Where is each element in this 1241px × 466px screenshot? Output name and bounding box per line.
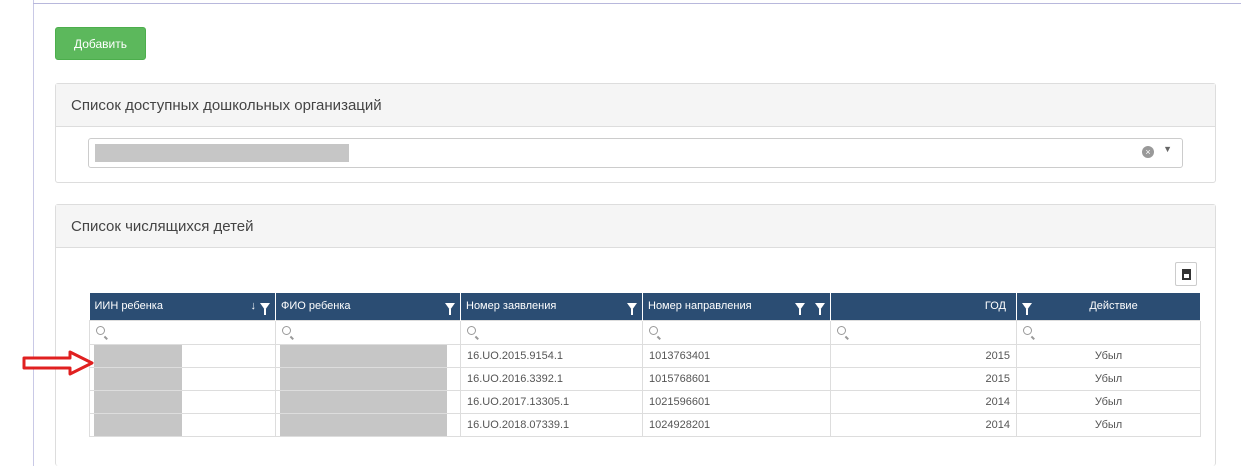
iin-cell <box>89 366 276 391</box>
col-label: Действие <box>1089 300 1138 313</box>
clear-icon[interactable]: × <box>1142 146 1154 158</box>
filter-cell-iin[interactable] <box>89 319 276 345</box>
search-icon <box>96 326 105 335</box>
application-number-cell: 16.UO.2016.3392.1 <box>460 366 643 391</box>
redacted-block <box>94 413 182 436</box>
children-grid: ИИН ребенка ↓ ФИО ребенка Номер заявлени… <box>89 293 1202 437</box>
filter-cell-fio[interactable] <box>275 319 461 345</box>
table-row: 16.UO.2017.13305.1 1021596601 2014 Убыл <box>89 389 1202 414</box>
year-cell: 2015 <box>829 343 1018 368</box>
filter-cell-application-number[interactable] <box>460 319 643 345</box>
filter-cell-action[interactable] <box>1016 319 1202 345</box>
year-cell: 2015 <box>829 366 1018 391</box>
search-icon <box>837 326 846 335</box>
page-top-border <box>33 3 1241 4</box>
application-number-cell: 16.UO.2018.07339.1 <box>460 412 643 437</box>
filter-icon[interactable] <box>627 302 637 315</box>
col-header-year[interactable]: ГОД <box>830 293 1018 320</box>
iin-cell <box>89 343 276 368</box>
fio-cell <box>275 343 461 368</box>
fio-cell <box>275 366 461 391</box>
direction-number-cell: 1024928201 <box>642 412 831 437</box>
col-header-application-number[interactable]: Номер заявления <box>460 293 643 320</box>
orgs-panel-title: Список доступных дошкольных организаций <box>56 84 1215 127</box>
year-cell: 2014 <box>829 412 1018 437</box>
action-left-link[interactable]: Убыл <box>1016 366 1202 391</box>
col-label: Номер заявления <box>466 300 557 313</box>
search-icon <box>282 326 291 335</box>
filter-icon[interactable] <box>260 302 270 315</box>
fio-cell <box>275 389 461 414</box>
year-cell: 2014 <box>829 389 1018 414</box>
fio-cell <box>275 412 461 437</box>
col-label: ФИО ребенка <box>281 300 351 313</box>
col-label: ГОД <box>984 300 1007 313</box>
filter-cell-year[interactable] <box>829 319 1018 345</box>
org-select-redacted-value <box>95 144 349 162</box>
search-icon <box>1023 326 1033 335</box>
application-number-cell: 16.UO.2017.13305.1 <box>460 389 643 414</box>
search-icon <box>649 326 658 335</box>
redacted-block <box>280 390 447 413</box>
action-left-link[interactable]: Убыл <box>1016 412 1202 437</box>
iin-cell <box>89 389 276 414</box>
children-panel: Список числящихся детей ИИН ребенка ↓ ФИ… <box>55 204 1216 466</box>
action-left-link[interactable]: Убыл <box>1016 343 1202 368</box>
table-row: 16.UO.2018.07339.1 1024928201 2014 Убыл <box>89 412 1202 437</box>
page-left-border <box>33 0 34 466</box>
application-number-cell: 16.UO.2015.9154.1 <box>460 343 643 368</box>
org-select[interactable]: × ▼ <box>88 138 1183 168</box>
grid-filter-row <box>89 319 1202 345</box>
export-excel-button[interactable] <box>1175 262 1197 286</box>
action-left-link[interactable]: Убыл <box>1016 389 1202 414</box>
grid-header-row: ИИН ребенка ↓ ФИО ребенка Номер заявлени… <box>89 293 1202 320</box>
table-row: 16.UO.2016.3392.1 1015768601 2015 Убыл <box>89 366 1202 391</box>
filter-icon[interactable] <box>815 302 825 315</box>
redacted-block <box>94 367 182 390</box>
search-icon <box>467 326 476 335</box>
direction-number-cell: 1015768601 <box>642 366 831 391</box>
col-label: Номер направления <box>648 300 752 313</box>
children-panel-title: Список числящихся детей <box>56 205 1215 248</box>
add-button[interactable]: Добавить <box>55 27 146 60</box>
sort-down-icon[interactable]: ↓ <box>251 300 257 312</box>
redacted-block <box>280 367 447 390</box>
table-row: 16.UO.2015.9154.1 1013763401 2015 Убыл <box>89 343 1202 368</box>
filter-cell-direction-number[interactable] <box>642 319 831 345</box>
redacted-block <box>280 344 447 367</box>
redacted-block <box>94 344 182 367</box>
col-header-action: Действие <box>1016 293 1202 320</box>
redacted-block <box>280 413 447 436</box>
filter-icon[interactable] <box>445 302 455 315</box>
redacted-block <box>94 390 182 413</box>
direction-number-cell: 1013763401 <box>642 343 831 368</box>
col-header-direction-number[interactable]: Номер направления <box>642 293 831 320</box>
filter-icon[interactable] <box>1022 302 1033 315</box>
red-arrow-icon <box>22 350 94 376</box>
caret-down-icon[interactable]: ▼ <box>1163 144 1172 154</box>
iin-cell <box>89 412 276 437</box>
export-excel-icon <box>1181 268 1191 280</box>
filter-icon[interactable] <box>795 302 805 315</box>
orgs-panel: Список доступных дошкольных организаций … <box>55 83 1216 183</box>
col-label: ИИН ребенка <box>94 300 163 313</box>
col-header-fio[interactable]: ФИО ребенка <box>275 293 461 320</box>
direction-number-cell: 1021596601 <box>642 389 831 414</box>
col-header-iin[interactable]: ИИН ребенка ↓ <box>89 293 276 320</box>
